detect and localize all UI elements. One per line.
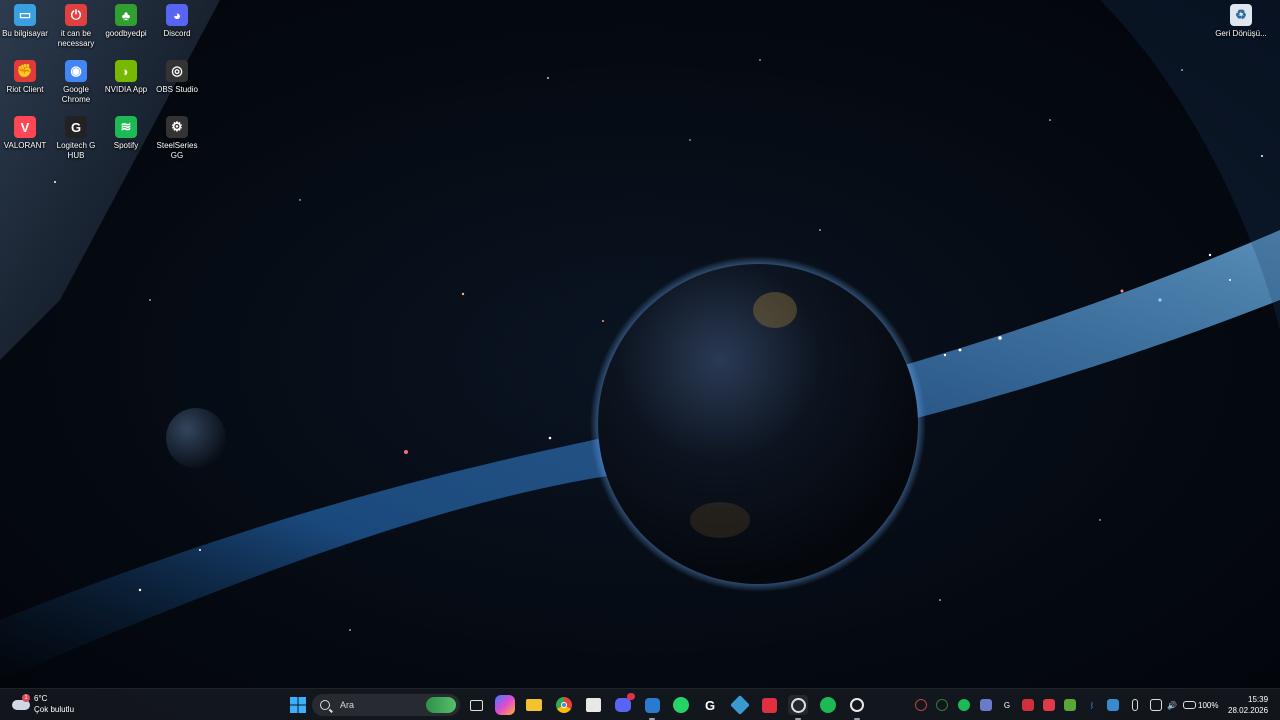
logitech-icon: G — [704, 697, 716, 713]
spotify-taskbar-button[interactable] — [818, 695, 838, 715]
vpn-taskbar-button[interactable] — [642, 695, 662, 720]
folder-icon — [526, 699, 542, 711]
desktop-icon-logitech[interactable]: G Logitech G HUB — [50, 116, 102, 161]
desktop-icon-label: Discord — [163, 29, 191, 38]
volume-icon[interactable]: 🔊 — [1166, 699, 1178, 711]
tree-icon: ♣ — [115, 4, 137, 26]
network-icon — [730, 695, 750, 715]
riot-icon: ✊ — [14, 60, 36, 82]
start-button[interactable] — [288, 695, 308, 715]
desktop-icon-label: goodbyedpi — [105, 29, 147, 38]
obs-icon — [790, 697, 806, 713]
tray-download-icon[interactable] — [1022, 699, 1034, 711]
desktop-icon-label: OBS Studio — [156, 85, 198, 94]
logitech-taskbar-button[interactable]: G — [700, 695, 720, 715]
notification-badge — [627, 693, 635, 700]
weather-temp: 6°C — [34, 694, 48, 703]
windows-icon — [290, 697, 306, 713]
weather-alert-badge: 1 — [22, 694, 30, 702]
desktop-icon-label: Logitech G HUB — [56, 141, 96, 160]
obs-icon: ◎ — [166, 60, 188, 82]
whatsapp-icon — [673, 697, 689, 713]
task-view-icon — [469, 699, 483, 711]
desktop-icon-obs[interactable]: ◎ OBS Studio — [151, 60, 203, 95]
taskbar-search[interactable]: Ara — [312, 694, 460, 716]
store-icon — [585, 698, 601, 712]
desktop-icon-label: Geri Dönüşü... — [1215, 29, 1267, 38]
tray-spotify-icon[interactable] — [958, 699, 970, 711]
whatsapp-taskbar-button[interactable] — [671, 695, 691, 715]
desktop-icon-tree[interactable]: ♣ goodbyedpi — [100, 4, 152, 39]
battery-percent: 100% — [1198, 701, 1219, 710]
spotify-icon — [820, 697, 836, 713]
desktop-icon-spotify[interactable]: ≋ Spotify — [100, 116, 152, 151]
taskbar: 1 6°C Çok bulutlu Ara G G ᛒ 🔊 100% 15:39… — [0, 688, 1280, 720]
desktop-icon-computer[interactable]: ▭ Bu bilgisayar — [0, 4, 51, 39]
desktop-wallpaper — [0, 0, 1280, 680]
desktop-icon-nvidia[interactable]: ◗ NVIDIA App — [100, 60, 152, 95]
clock-date[interactable]: 28.02.2026 — [1228, 706, 1268, 715]
logitech-icon: G — [65, 116, 87, 138]
desktop-icon-label: it can be necessary — [57, 29, 95, 48]
bluetooth-icon[interactable]: ᛒ — [1086, 699, 1098, 711]
search-icon — [320, 700, 330, 710]
tray-steelseries-icon[interactable] — [915, 699, 927, 711]
desktop-icon-riot[interactable]: ✊ Riot Client — [0, 60, 51, 95]
microsoft-store-button[interactable] — [583, 695, 603, 715]
steelseries-icon — [850, 698, 864, 712]
chrome-icon: ◉ — [65, 60, 87, 82]
microphone-icon[interactable] — [1132, 699, 1138, 711]
desktop-icon-label: Spotify — [113, 141, 139, 150]
spotify-icon: ≋ — [115, 116, 137, 138]
battery-icon[interactable] — [1183, 701, 1196, 709]
search-placeholder: Ara — [340, 700, 355, 710]
tray-network-tool-icon[interactable] — [980, 699, 992, 711]
desktop-icon-label: NVIDIA App — [104, 85, 148, 94]
weather-desc: Çok bulutlu — [34, 705, 75, 714]
tray-shield-icon[interactable] — [1107, 699, 1119, 711]
discord-icon: ◕ — [166, 4, 188, 26]
desktop-icon-label: SteelSeries GG — [156, 141, 198, 160]
desktop-icon-discord[interactable]: ◕ Discord — [151, 4, 203, 39]
desktop-icon-label: Riot Client — [6, 85, 44, 94]
app-taskbar-button-red[interactable] — [759, 695, 779, 715]
task-view-button[interactable] — [466, 695, 486, 715]
discord-icon — [615, 698, 631, 712]
desktop-icon-steelseries[interactable]: ⚙ SteelSeries GG — [151, 116, 203, 161]
tray-nvidia-icon[interactable] — [936, 699, 948, 711]
computer-icon: ▭ — [14, 4, 36, 26]
power-icon: ⏻ — [65, 4, 87, 26]
file-explorer-button[interactable] — [524, 695, 544, 715]
search-highlight-icon — [426, 697, 456, 713]
desktop-icon-label: VALORANT — [3, 141, 47, 150]
chrome-taskbar-button[interactable] — [554, 695, 574, 715]
weather-widget[interactable]: 1 6°C Çok bulutlu — [10, 693, 90, 717]
valorant-icon: V — [14, 116, 36, 138]
tray-logitech-icon[interactable]: G — [1001, 699, 1013, 711]
desktop-icon-label: Google Chrome — [61, 85, 91, 104]
shield-icon — [644, 697, 660, 713]
chrome-icon — [556, 697, 572, 713]
network-icon[interactable] — [1150, 699, 1162, 711]
steelseries-icon: ⚙ — [166, 116, 188, 138]
desktop-icon-recycle-bin[interactable]: ♻ Geri Dönüşü... — [1215, 4, 1267, 39]
obs-taskbar-button[interactable] — [788, 695, 808, 720]
copilot-button[interactable] — [495, 695, 515, 715]
desktop-icon-valorant[interactable]: V VALORANT — [0, 116, 51, 151]
network-tool-button[interactable] — [730, 695, 750, 715]
nvidia-icon: ◗ — [115, 60, 137, 82]
steelseries-taskbar-button[interactable] — [847, 695, 867, 720]
tray-battery-app-icon[interactable] — [1064, 699, 1076, 711]
recycle-bin-icon: ♻ — [1230, 4, 1252, 26]
tray-red-app-icon[interactable] — [1043, 699, 1055, 711]
red-app-icon — [761, 697, 777, 713]
discord-taskbar-button[interactable] — [613, 693, 635, 715]
desktop-icon-chrome[interactable]: ◉ Google Chrome — [50, 60, 102, 105]
clock-time[interactable]: 15:39 — [1248, 695, 1268, 704]
desktop-icon-label: Bu bilgisayar — [2, 29, 48, 38]
desktop-icon-power[interactable]: ⏻ it can be necessary — [50, 4, 102, 49]
